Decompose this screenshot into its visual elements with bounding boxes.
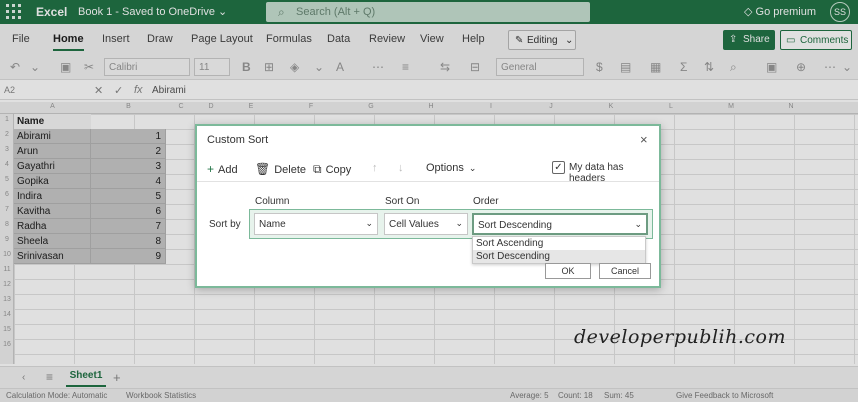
column-select[interactable]: Name ⌄: [254, 213, 378, 235]
order-dropdown-list: Sort Ascending Sort Descending: [472, 236, 646, 264]
chevron-down-icon: ⌄: [365, 218, 373, 228]
order-select[interactable]: Sort Descending ⌄: [472, 213, 648, 235]
sort-on-select[interactable]: Cell Values ⌄: [384, 213, 468, 235]
copy-level-button[interactable]: ⧉ Copy: [313, 162, 351, 177]
headers-checkbox-label: My data has headers: [569, 162, 624, 184]
cancel-button[interactable]: Cancel: [599, 263, 651, 279]
close-icon[interactable]: ×: [640, 132, 648, 147]
sort-on-select-value: Cell Values: [389, 219, 439, 230]
options-button[interactable]: Options ⌄: [426, 162, 476, 174]
chevron-down-icon: ⌄: [634, 219, 642, 229]
column-heading: Column: [255, 196, 290, 207]
plus-icon: +: [207, 162, 215, 176]
add-label: Add: [218, 164, 238, 176]
custom-sort-dialog: Custom Sort × + Add 🗑︎ Delete ⧉ Copy ↑ ↓ Op…: [195, 124, 661, 288]
move-down-icon[interactable]: ↓: [398, 162, 404, 174]
sort-by-label: Sort by: [209, 219, 241, 230]
order-option-ascending[interactable]: Sort Ascending: [473, 237, 645, 250]
chevron-down-icon: ⌄: [455, 218, 463, 228]
dialog-toolbar: + Add 🗑︎ Delete ⧉ Copy ↑ ↓ Options ⌄ ✓ My da…: [197, 156, 659, 184]
delete-label: Delete: [274, 164, 307, 176]
sort-level-row[interactable]: Name ⌄ Cell Values ⌄ Sort Descending ⌄: [249, 209, 653, 239]
delete-level-button[interactable]: 🗑︎ Delete: [255, 162, 306, 176]
order-select-value: Sort Descending: [478, 220, 552, 231]
add-level-button[interactable]: + Add: [207, 162, 238, 176]
move-up-icon[interactable]: ↑: [372, 162, 378, 174]
headers-checkbox[interactable]: ✓: [552, 161, 565, 174]
copy-label: Copy: [325, 164, 352, 176]
trash-icon: 🗑︎: [255, 162, 271, 176]
order-option-descending[interactable]: Sort Descending: [473, 250, 645, 263]
column-select-value: Name: [259, 219, 286, 230]
copy-icon: ⧉: [313, 162, 322, 176]
options-label: Options: [426, 162, 464, 174]
order-heading: Order: [473, 196, 499, 207]
watermark: developerpublih.com: [574, 326, 786, 348]
ok-button[interactable]: OK: [545, 263, 591, 279]
dialog-title: Custom Sort: [207, 134, 269, 146]
chevron-down-icon: ⌄: [468, 163, 477, 173]
sort-on-heading: Sort On: [385, 196, 420, 207]
